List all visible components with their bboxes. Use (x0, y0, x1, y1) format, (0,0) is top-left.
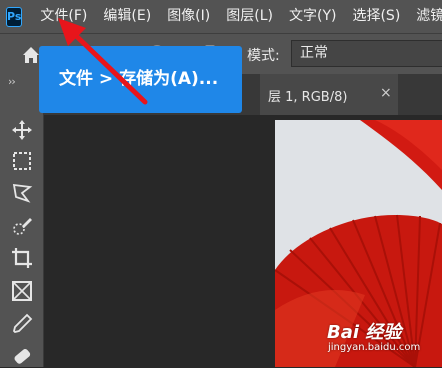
menu-bar: Ps 文件(F) 编辑(E) 图像(I) 图层(L) 文字(Y) 选择(S) 滤… (0, 0, 442, 33)
frame-tool-icon[interactable] (10, 279, 34, 303)
menu-select[interactable]: 选择(S) (344, 0, 408, 33)
crop-tool-icon[interactable] (10, 246, 34, 270)
watermark-url: jingyan.baidu.com (328, 342, 421, 353)
eyedropper-tool-icon[interactable] (10, 312, 34, 336)
document-tab[interactable]: 层 1, RGB/8) × (260, 74, 398, 115)
healing-brush-tool-icon[interactable] (10, 344, 34, 368)
menu-edit[interactable]: 编辑(E) (95, 0, 159, 33)
tools-panel: ›› (0, 74, 44, 367)
close-icon[interactable]: × (380, 85, 392, 101)
document-tab-title: 层 1, RGB/8) (268, 90, 348, 105)
baidu-jingyan-watermark: Bai 经验 (327, 322, 402, 343)
lasso-tool-icon[interactable] (10, 181, 34, 205)
move-tool-icon[interactable] (10, 118, 34, 142)
photoshop-logo: Ps (6, 6, 23, 27)
mode-label: 模式: (247, 48, 280, 64)
mode-select[interactable]: 正常 (291, 40, 442, 67)
menu-filter[interactable]: 滤镜 (408, 0, 442, 33)
marquee-tool-icon[interactable] (10, 149, 34, 173)
menu-file[interactable]: 文件(F) (32, 0, 95, 33)
collapse-arrows-icon[interactable]: ›› (8, 75, 16, 88)
menu-layer[interactable]: 图层(L) (218, 0, 281, 33)
menu-path-tooltip: 文件 > 存储为(A)... (39, 46, 242, 113)
menu-image[interactable]: 图像(I) (159, 0, 218, 33)
quick-selection-tool-icon[interactable] (10, 214, 34, 238)
menu-type[interactable]: 文字(Y) (281, 0, 344, 33)
